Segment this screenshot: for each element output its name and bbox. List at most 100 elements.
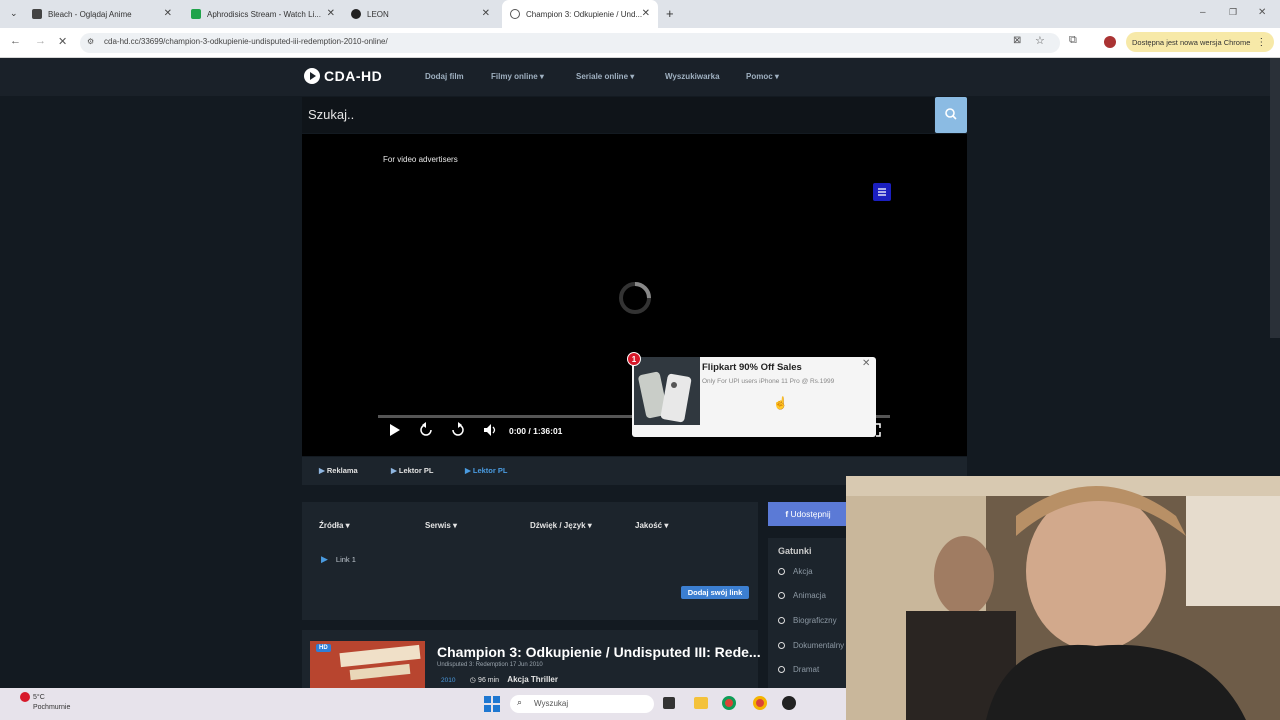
genre-item[interactable]: Biograficzny — [778, 616, 837, 625]
tab-label: Bleach - Oglądaj Anime — [48, 9, 132, 19]
col-sources[interactable]: Źródła ▾ — [319, 521, 350, 530]
search-icon — [945, 108, 957, 120]
add-link-button[interactable]: Dodaj swój link — [681, 586, 749, 599]
play-logo-icon — [304, 68, 320, 84]
share-label: Udostępnij — [790, 509, 831, 519]
links-panel — [302, 502, 758, 620]
nav-help[interactable]: Pomoc ▾ — [746, 72, 779, 81]
share-button[interactable]: f Udostępnij — [768, 502, 848, 526]
weather-widget[interactable]: 5°C Pochmurnie — [33, 693, 70, 713]
tab-label: Lektor PL — [398, 466, 434, 475]
movie-genres[interactable]: Akcja Thriller — [507, 675, 558, 684]
genre-item[interactable]: Akcja — [778, 567, 813, 576]
chrome-update-pill[interactable]: Dostępna jest nowa wersja Chrome ⋮ — [1126, 32, 1274, 52]
nav-add-film[interactable]: Dodaj film — [425, 72, 464, 81]
player-menu-icon[interactable] — [873, 183, 891, 201]
genre-label: Biograficzny — [793, 616, 837, 625]
camera-blocked-icon[interactable]: ⊠ — [1013, 35, 1021, 46]
taskbar-search[interactable] — [510, 695, 654, 713]
close-icon[interactable]: ✕ — [482, 8, 490, 19]
logo-text: CDA-HD — [324, 68, 383, 84]
movie-title[interactable]: Champion 3: Odkupienie / Undisputed III:… — [437, 644, 761, 660]
tab-bleach[interactable]: ⌄ Bleach - Oglądaj Anime ✕ — [10, 0, 180, 28]
window-close-icon[interactable]: ✕ — [1258, 7, 1266, 18]
col-quality[interactable]: Jakość ▾ — [635, 521, 668, 530]
ad-notification-badge: 1 — [627, 352, 641, 366]
genre-item[interactable]: Dramat — [778, 665, 819, 674]
tab-label: Aphrodisics Stream - Watch Li... — [207, 9, 321, 19]
movie-year[interactable]: 2010 — [441, 677, 455, 684]
ad-image[interactable] — [634, 357, 700, 425]
site-info-icon[interactable]: ⚙ — [87, 37, 94, 46]
genres-title: Gatunki — [778, 546, 812, 556]
profile-avatar[interactable] — [1104, 36, 1116, 48]
weather-temp: 5°C — [33, 694, 45, 701]
radio-icon — [778, 617, 785, 625]
genre-label: Animacja — [793, 591, 826, 600]
windows-start-icon[interactable] — [484, 696, 500, 712]
volume-icon[interactable] — [482, 422, 498, 438]
hd-badge: HD — [316, 644, 331, 652]
close-icon[interactable]: ✕ — [164, 8, 172, 19]
chrome-active-icon[interactable] — [753, 696, 767, 710]
update-pill-label: Dostępna jest nowa wersja Chrome — [1132, 37, 1251, 47]
rewind-icon[interactable] — [418, 422, 434, 438]
file-explorer-icon[interactable] — [694, 697, 708, 709]
site-logo[interactable]: CDA-HD — [303, 67, 382, 85]
tab-aphrodisics[interactable]: Aphrodisics Stream - Watch Li... ✕ — [183, 0, 343, 28]
tab-leon[interactable]: LEON ✕ — [343, 0, 498, 28]
webcam-feed — [846, 476, 1280, 720]
page-scrollbar[interactable] — [1270, 58, 1280, 338]
ad-close-icon[interactable]: ✕ — [862, 358, 870, 369]
app-icon[interactable] — [782, 696, 796, 710]
chrome-icon[interactable] — [722, 696, 736, 710]
close-icon[interactable]: ✕ — [642, 8, 650, 19]
minimize-icon[interactable]: – — [1200, 7, 1206, 18]
forward-icon[interactable]: → — [35, 35, 46, 47]
tab-lektor-pl-2[interactable]: ▶ Lektor PL — [465, 466, 507, 475]
clock-icon: ◷ — [469, 677, 476, 684]
new-tab-icon[interactable]: + — [666, 6, 674, 21]
ad-title[interactable]: Flipkart 90% Off Sales — [702, 362, 802, 373]
video-time: 0:00 / 1:36:01 — [509, 426, 563, 436]
genre-label: Dramat — [793, 665, 820, 674]
search-button[interactable] — [935, 97, 967, 133]
more-menu-icon[interactable]: ⋮ — [1256, 37, 1266, 48]
nav-films[interactable]: Filmy online ▾ — [491, 72, 544, 81]
ad-text[interactable]: Only For UPI users iPhone 11 Pro @ Rs.19… — [702, 377, 842, 386]
back-icon[interactable]: ← — [10, 35, 21, 47]
tab-reklama[interactable]: ▶ Reklama — [319, 466, 358, 475]
hand-cursor-icon: ☝ — [773, 396, 788, 410]
taskbar-search-text: Wyszukaj — [534, 699, 569, 708]
forward-skip-icon[interactable] — [450, 422, 466, 438]
search-placeholder: Szukaj.. — [308, 107, 355, 122]
play-small-icon: ▶ — [465, 466, 473, 475]
stop-loading-icon[interactable]: ✕ — [58, 35, 67, 48]
tab-label: Lektor PL — [472, 466, 508, 475]
link-row[interactable]: ▶ Link 1 — [321, 554, 356, 565]
genre-item[interactable]: Dokumentalny — [778, 641, 844, 650]
bookmark-star-icon[interactable]: ☆ — [1035, 34, 1045, 47]
tab-search-icon[interactable]: ⌄ — [10, 8, 18, 19]
site-header — [0, 58, 1280, 96]
movie-duration: 96 min — [478, 677, 500, 684]
tab-lektor-pl-1[interactable]: ▶ Lektor PL — [391, 466, 433, 475]
col-service[interactable]: Serwis ▾ — [425, 521, 457, 530]
nav-search-page[interactable]: Wyszukiwarka — [665, 72, 720, 81]
play-icon[interactable] — [388, 422, 402, 438]
maximize-icon[interactable]: ❐ — [1229, 7, 1237, 18]
genre-item[interactable]: Animacja — [778, 591, 826, 600]
genre-label: Dokumentalny — [793, 641, 845, 650]
task-view-icon[interactable] — [663, 697, 675, 709]
movie-subtitle: Undisputed 3: Redemption 17 Jun 2010 — [437, 662, 543, 668]
url-text[interactable]: cda-hd.cc/33699/champion-3-odkupienie-un… — [104, 37, 388, 46]
extensions-icon[interactable]: ⧉ — [1069, 34, 1077, 47]
search-input[interactable] — [302, 97, 934, 133]
browser-tab-strip: ⌄ Bleach - Oglądaj Anime ✕ Aphrodisics S… — [0, 0, 1280, 28]
tab-favicon-icon — [351, 9, 361, 19]
tab-champion-3[interactable]: Champion 3: Odkupienie / Und... ✕ — [502, 0, 658, 28]
col-audio-language[interactable]: Dźwięk / Język ▾ — [530, 521, 592, 530]
close-icon[interactable]: ✕ — [327, 8, 335, 19]
nav-series[interactable]: Seriale online ▾ — [576, 72, 634, 81]
weather-alert-icon[interactable] — [20, 692, 30, 702]
